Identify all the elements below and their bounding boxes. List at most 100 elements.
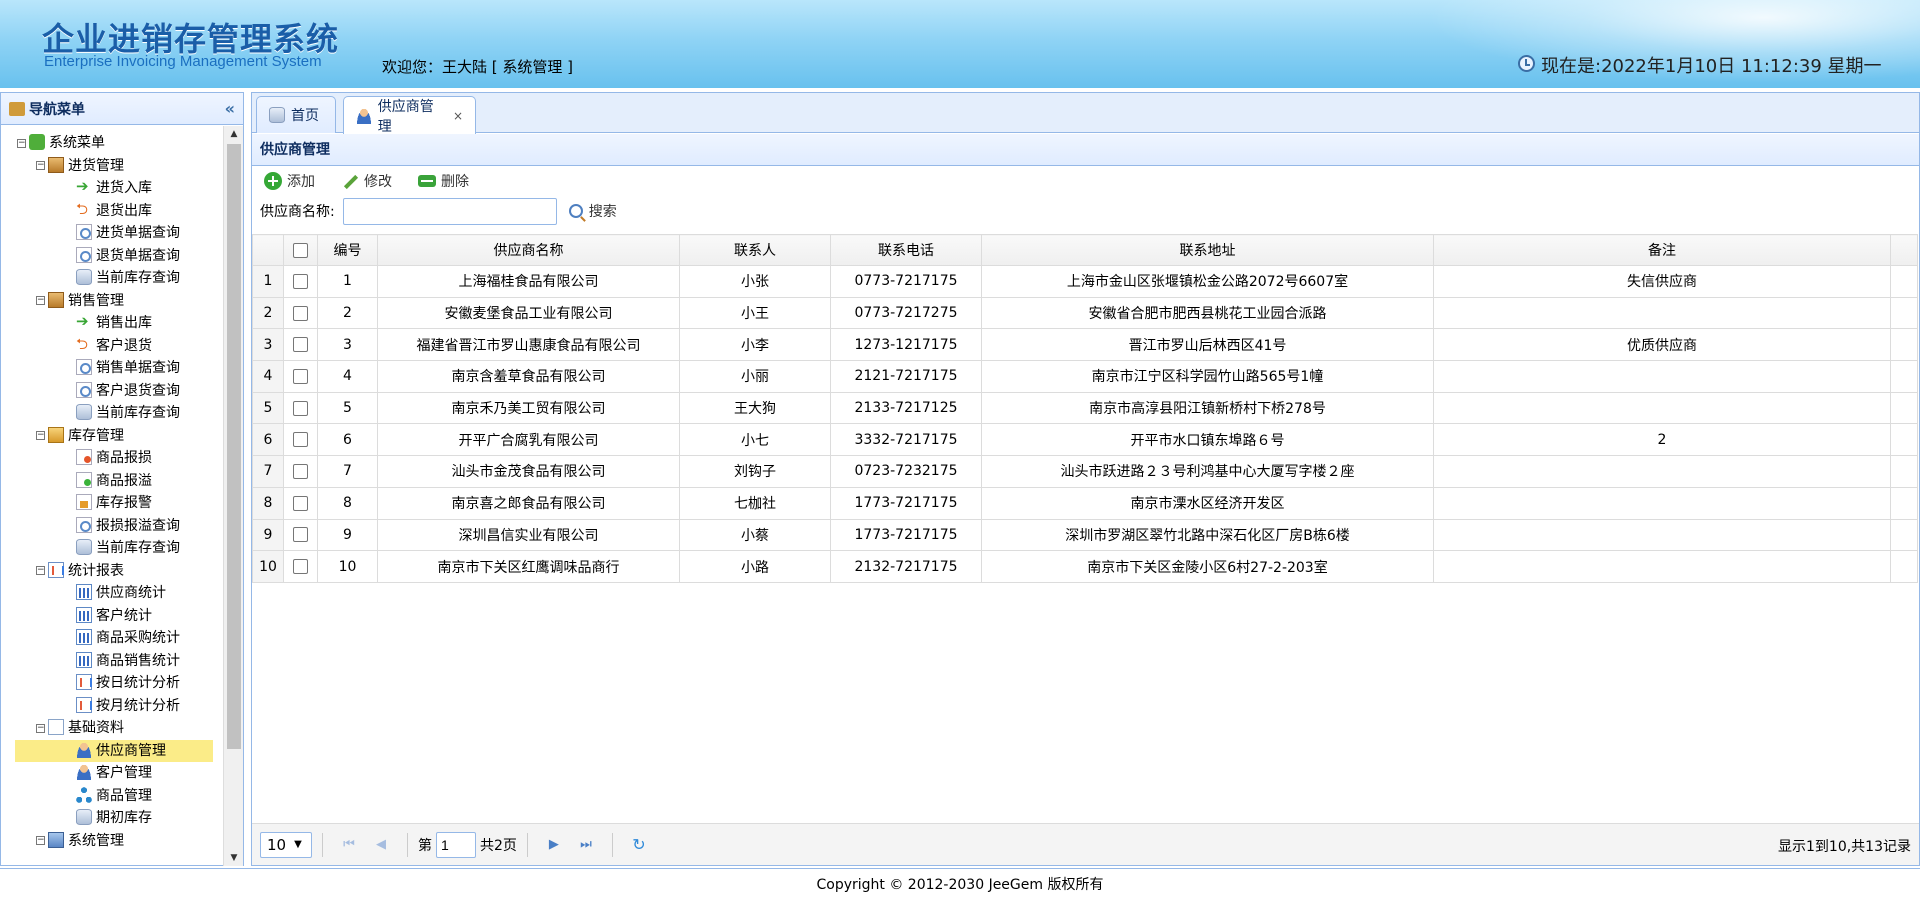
arrow-return-icon	[76, 333, 92, 355]
collapse-toggle-icon[interactable]: −	[36, 723, 45, 733]
row-checkbox[interactable]	[293, 463, 308, 479]
tree-item[interactable]: 按月统计分析	[1, 695, 223, 718]
collapse-toggle-icon[interactable]: −	[36, 431, 45, 440]
column-header[interactable]: 联系地址	[981, 234, 1434, 266]
tree-item[interactable]: 销售出库	[1, 310, 223, 335]
collapse-toggle-icon[interactable]: −	[36, 161, 45, 170]
tree-item[interactable]: 退货单据查询	[1, 245, 223, 268]
first-page-icon[interactable]: ⏮	[339, 835, 359, 855]
row-checkbox[interactable]	[293, 527, 308, 543]
row-checkbox[interactable]	[293, 368, 308, 384]
bar-chart-icon	[76, 629, 92, 645]
tree-item[interactable]: 库存报警	[1, 492, 223, 515]
tree-item[interactable]: 当前库存查询	[1, 537, 223, 560]
row-number: 4	[252, 360, 284, 393]
table-row[interactable]: 9 9 深圳昌信实业有限公司 小蔡 1773-7217175 深圳市罗湖区翠竹北路中深石化…	[252, 518, 1918, 552]
table-row[interactable]: 10 10 南京市下关区红鹰调味品商行 小路 2132-7217175 南京市下关区金陵小…	[252, 550, 1918, 583]
tree-item[interactable]: 商品管理	[1, 785, 223, 808]
collapse-toggle-icon[interactable]: −	[36, 296, 45, 305]
tree-root[interactable]: − 系统菜单	[1, 132, 223, 155]
row-select-cell	[283, 391, 318, 425]
prev-page-icon[interactable]: ◀	[371, 835, 391, 855]
tree-item[interactable]: 商品销售统计	[1, 650, 223, 673]
tree-group-basic-data[interactable]: − 基础资料	[1, 717, 223, 740]
tab-home[interactable]: 首页	[256, 96, 336, 133]
table-row[interactable]: 5 5 南京禾乃美工贸有限公司 王大狗 2133-7217125 南京市高淳县阳江镇新桥村…	[252, 391, 1918, 425]
column-header[interactable]: 供应商名称	[377, 234, 680, 266]
tree-item[interactable]: 客户统计	[1, 605, 223, 628]
tree-item[interactable]: 销售单据查询	[1, 357, 223, 380]
scroll-down-icon[interactable]: ▼	[224, 850, 244, 866]
collapse-sidebar-button[interactable]: «	[225, 99, 235, 118]
supplier-name-input[interactable]	[342, 197, 557, 225]
row-filler	[1890, 360, 1918, 393]
collapse-toggle-icon[interactable]: −	[36, 566, 45, 575]
tree-item[interactable]: 客户退货	[1, 333, 223, 358]
delete-button[interactable]: 删除	[414, 169, 473, 193]
chart-icon	[48, 561, 64, 578]
table-row[interactable]: 2 2 安徽麦堡食品工业有限公司 小王 0773-7217275 安徽省合肥市肥西县桃花工…	[252, 296, 1918, 330]
collapse-toggle-icon[interactable]: −	[17, 138, 26, 148]
table-row[interactable]: 3 3 福建省晋江市罗山惠康食品有限公司 小李 1273-1217175 晋江市罗山后林西…	[252, 328, 1918, 362]
tree-item[interactable]: 供应商统计	[1, 582, 223, 605]
cell-remark: 优质供应商	[1433, 328, 1891, 362]
column-header[interactable]: 联系电话	[830, 234, 982, 266]
tree-item[interactable]: 客户退货查询	[1, 380, 223, 403]
column-header[interactable]: 备注	[1433, 234, 1891, 266]
table-row[interactable]: 7 7 汕头市金茂食品有限公司 刘钩子 0723-7232175 汕头市跃进路２３号利鸿基…	[252, 455, 1918, 488]
tree-item[interactable]: 客户管理	[1, 762, 223, 785]
arrow-in-icon	[76, 175, 92, 198]
tree-item[interactable]: 商品采购统计	[1, 627, 223, 650]
column-header[interactable]: 编号	[317, 234, 378, 266]
scroll-up-icon[interactable]: ▲	[224, 126, 244, 142]
table-row[interactable]: 8 8 南京喜之郎食品有限公司 七枷社 1773-7217175 南京市溧水区经济开发区	[252, 486, 1918, 520]
cell-phone: 3332-7217175	[830, 423, 982, 457]
tree-item[interactable]: 进货单据查询	[1, 222, 223, 245]
tree-item[interactable]: 按日统计分析	[1, 672, 223, 695]
add-button[interactable]: 添加	[260, 169, 319, 193]
table-row[interactable]: 6 6 开平广合腐乳有限公司 小七 3332-7217175 开平市水口镇东埠路６号 2	[252, 423, 1918, 457]
row-checkbox[interactable]	[293, 400, 308, 416]
tree-item[interactable]: 当前库存查询	[1, 267, 223, 290]
tree-group-system[interactable]: − 系统管理	[1, 830, 223, 853]
collapse-toggle-icon[interactable]: −	[36, 836, 45, 845]
tree-item[interactable]: 商品报损	[1, 447, 223, 470]
last-page-icon[interactable]: ⏭	[576, 835, 596, 855]
tree-group-reports[interactable]: − 统计报表	[1, 560, 223, 583]
row-checkbox[interactable]	[293, 337, 308, 353]
edit-button[interactable]: 修改	[337, 169, 396, 193]
select-all-checkbox[interactable]	[293, 242, 308, 258]
tree-group-purchase[interactable]: − 进货管理	[1, 155, 223, 178]
row-checkbox[interactable]	[293, 432, 308, 448]
tree-item[interactable]: 期初库存	[1, 807, 223, 830]
tab-supplier-management[interactable]: 供应商管理 ×	[343, 96, 476, 135]
tree-group-inventory[interactable]: − 库存管理	[1, 425, 223, 448]
tree-item[interactable]: 进货入库	[1, 175, 223, 200]
cell-name: 开平广合腐乳有限公司	[377, 423, 680, 457]
cell-contact: 王大狗	[679, 391, 831, 425]
page-number-input[interactable]	[436, 831, 476, 858]
close-tab-icon[interactable]: ×	[453, 109, 463, 123]
search-button[interactable]: 搜索	[568, 201, 617, 221]
next-page-icon[interactable]: ▶	[544, 835, 564, 855]
row-checkbox[interactable]	[293, 273, 308, 289]
tree-group-sales[interactable]: − 销售管理	[1, 290, 223, 313]
row-checkbox[interactable]	[293, 305, 308, 321]
tree-item[interactable]: 退货出库	[1, 198, 223, 223]
cell-id: 8	[317, 486, 378, 520]
clock-icon	[1518, 54, 1535, 72]
refresh-icon[interactable]: ↻	[629, 835, 649, 855]
table-row[interactable]: 1 1 上海福桂食品有限公司 小张 0773-7217175 上海市金山区张堰镇松金公路2…	[252, 265, 1918, 298]
sidebar-scrollbar[interactable]: ▲ ▼	[223, 126, 243, 866]
tree-item-supplier-management[interactable]: 供应商管理	[15, 739, 213, 762]
column-header[interactable]: 联系人	[679, 234, 831, 266]
row-checkbox[interactable]	[293, 559, 308, 575]
scrollbar-thumb[interactable]	[227, 144, 241, 749]
page-size-select[interactable]: 10 ▼	[260, 831, 312, 858]
pager-info: 显示1到10,共13记录	[1778, 839, 1911, 855]
tree-item[interactable]: 报损报溢查询	[1, 515, 223, 538]
tree-item[interactable]: 当前库存查询	[1, 402, 223, 425]
table-row[interactable]: 4 4 南京含羞草食品有限公司 小丽 2121-7217175 南京市江宁区科学园竹山路5…	[252, 360, 1918, 393]
tree-item[interactable]: 商品报溢	[1, 470, 223, 493]
row-checkbox[interactable]	[293, 495, 308, 511]
